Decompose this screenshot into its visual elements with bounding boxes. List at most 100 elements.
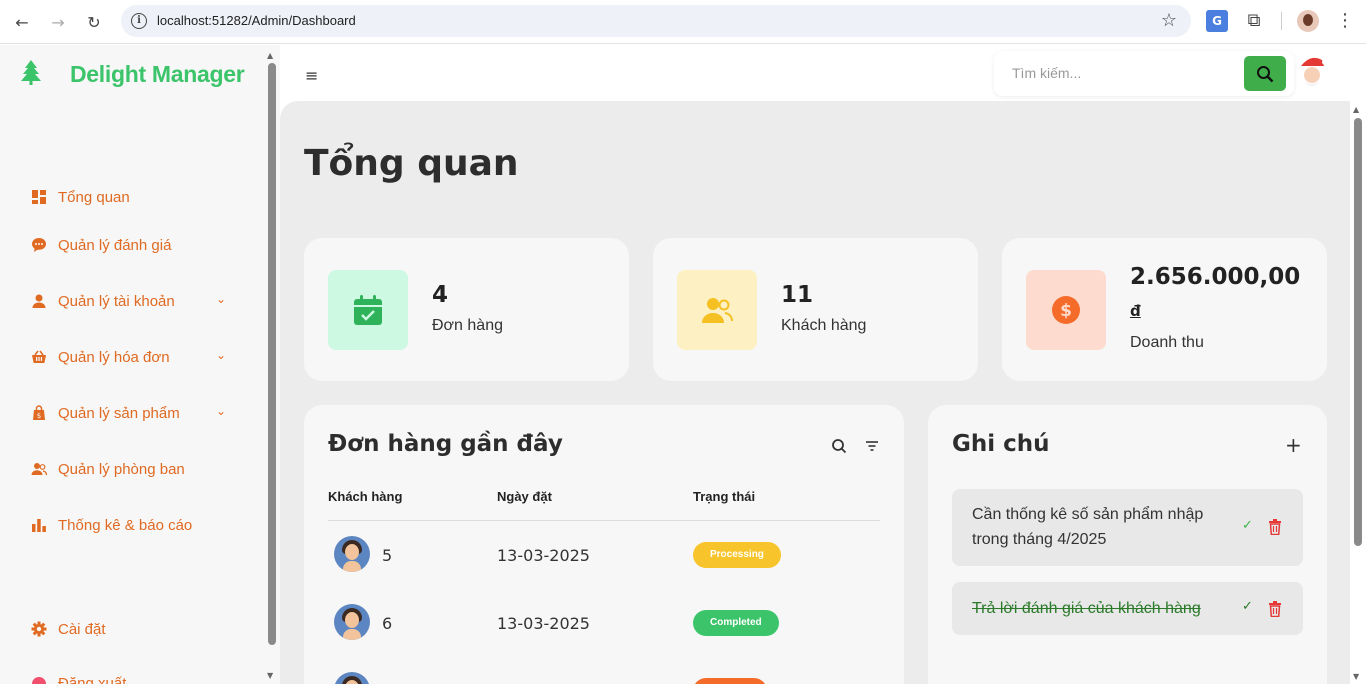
table-row[interactable]: 5 13-03-2025 Processing	[328, 522, 880, 590]
reload-icon[interactable]: ↻	[83, 11, 105, 33]
bar-chart-icon	[30, 516, 48, 534]
table-row[interactable]	[328, 658, 880, 684]
stat-card-orders: 4 Đơn hàng	[304, 238, 629, 381]
stat-value: 4	[432, 282, 449, 308]
note-item: Cần thống kê số sản phẩm nhập trong thán…	[952, 489, 1303, 566]
sidebar-item-label: Cài đặt	[58, 620, 106, 638]
svg-text:$: $	[37, 412, 41, 420]
search-button[interactable]	[1244, 56, 1286, 91]
brand-name: Delight Manager	[70, 61, 245, 87]
customer-avatar	[334, 536, 370, 572]
customer-avatar	[334, 604, 370, 640]
sidebar-item-label: Quản lý sản phẩm	[58, 404, 180, 422]
filter-icon[interactable]	[863, 437, 881, 455]
user-icon	[30, 292, 48, 310]
user-avatar[interactable]	[1295, 52, 1329, 92]
sidebar-item-invoices[interactable]: Quản lý hóa đơn ⌄	[30, 342, 240, 372]
sidebar-item-settings[interactable]: Cài đặt	[30, 614, 106, 644]
url-text[interactable]: localhost:51282/Admin/Dashboard	[157, 13, 356, 28]
sidebar-item-accounts[interactable]: Quản lý tài khoản ⌄	[30, 286, 240, 316]
stat-value: 2.656.000,00	[1130, 264, 1301, 290]
dashboard-icon	[30, 188, 48, 206]
sidebar-item-label: Quản lý tài khoản	[58, 292, 175, 310]
users-icon	[30, 460, 48, 478]
recent-orders-card: Đơn hàng gần đây Khách hàng Ngày đặt Trạ…	[304, 405, 904, 684]
status-badge	[693, 678, 767, 684]
sidebar-item-products[interactable]: $ Quản lý sản phẩm ⌄	[30, 398, 240, 428]
basket-icon	[30, 348, 48, 366]
customer-id: 6	[382, 614, 393, 633]
sidebar-item-dashboard[interactable]: Tổng quan	[30, 182, 130, 212]
chevron-down-icon[interactable]: ⌄	[216, 348, 226, 362]
search-box	[994, 51, 1294, 96]
calendar-check-icon	[328, 270, 408, 350]
address-bar[interactable]: i localhost:51282/Admin/Dashboard ☆	[121, 5, 1191, 37]
sidebar-item-label: Quản lý phòng ban	[58, 460, 185, 478]
sidebar-item-label: Tổng quan	[58, 188, 130, 206]
gear-icon	[30, 620, 48, 638]
currency-symbol: đ	[1130, 302, 1141, 320]
chevron-down-icon[interactable]: ⌄	[216, 292, 226, 306]
trash-icon[interactable]	[1268, 519, 1282, 535]
sidebar: Delight Manager Tổng quan Quản lý đánh g…	[0, 45, 280, 684]
header-divider	[328, 520, 880, 521]
column-header-customer[interactable]: Khách hàng	[328, 489, 402, 504]
hamburger-menu-icon[interactable]: ≡	[305, 66, 318, 85]
scroll-down-arrow-icon[interactable]: ▼	[267, 671, 273, 680]
sidebar-item-logout[interactable]: Đăng xuất	[30, 672, 126, 684]
add-note-icon[interactable]: +	[1285, 433, 1302, 457]
note-text: Trả lời đánh giá của khách hàng	[972, 600, 1201, 617]
scroll-up-arrow-icon[interactable]: ▲	[267, 51, 273, 60]
translate-extension-icon[interactable]: G	[1206, 10, 1228, 32]
order-date: 13-03-2025	[497, 546, 590, 565]
back-arrow-icon[interactable]: ←	[11, 11, 33, 33]
dollar-coin-icon: $	[1026, 270, 1106, 350]
stat-card-revenue: $ 2.656.000,00 đ Doanh thu	[1002, 238, 1327, 381]
browser-menu-icon[interactable]: ⋮	[1334, 10, 1356, 32]
status-badge: Completed	[693, 610, 779, 636]
stat-card-customers: 11 Khách hàng	[653, 238, 978, 381]
logout-icon	[30, 675, 48, 684]
profile-avatar-icon[interactable]	[1297, 10, 1319, 32]
card-title: Ghi chú	[952, 431, 1050, 457]
table-row[interactable]: 6 13-03-2025 Completed	[328, 590, 880, 658]
svg-text:$: $	[1060, 301, 1072, 321]
note-text: Cần thống kê số sản phẩm nhập trong thán…	[972, 506, 1204, 548]
main-content: Tổng quan 4 Đơn hàng 11 Khách hàng $ 2.6…	[280, 101, 1350, 684]
column-header-date[interactable]: Ngày đặt	[497, 489, 552, 504]
check-icon[interactable]: ✓	[1242, 599, 1253, 614]
sidebar-scrollbar[interactable]	[268, 63, 276, 645]
customer-avatar	[334, 672, 370, 684]
scroll-up-arrow-icon[interactable]: ▲	[1353, 105, 1359, 114]
site-info-icon[interactable]: i	[131, 13, 147, 29]
forward-arrow-icon[interactable]: →	[47, 11, 69, 33]
sidebar-item-departments[interactable]: Quản lý phòng ban	[30, 454, 185, 484]
sidebar-item-label: Thống kê & báo cáo	[58, 516, 193, 534]
check-icon[interactable]: ✓	[1242, 518, 1253, 533]
scroll-down-arrow-icon[interactable]: ▼	[1353, 672, 1359, 681]
sidebar-item-reviews[interactable]: Quản lý đánh giá	[30, 230, 171, 260]
brand[interactable]: Delight Manager	[20, 59, 245, 87]
search-icon[interactable]	[830, 437, 848, 455]
stat-value: 11	[781, 282, 814, 308]
column-header-status[interactable]: Trạng thái	[693, 489, 755, 504]
status-badge: Processing	[693, 542, 781, 568]
tree-logo-icon	[21, 60, 41, 85]
sidebar-item-label: Đăng xuất	[58, 675, 127, 684]
browser-toolbar: ← → ↻ i localhost:51282/Admin/Dashboard …	[0, 0, 1366, 44]
customer-id: 5	[382, 546, 393, 565]
shopping-bag-icon: $	[30, 404, 48, 422]
chevron-down-icon[interactable]: ⌄	[216, 404, 226, 418]
bookmark-star-icon[interactable]: ☆	[1161, 10, 1177, 31]
search-input[interactable]	[1002, 59, 1232, 87]
card-title: Đơn hàng gần đây	[328, 431, 563, 457]
main-scrollbar[interactable]	[1354, 118, 1362, 546]
sidebar-item-label: Quản lý đánh giá	[58, 236, 172, 254]
extensions-puzzle-icon[interactable]: ⧉	[1243, 10, 1265, 32]
note-item: Trả lời đánh giá của khách hàng ✓	[952, 582, 1303, 635]
toolbar-divider	[1281, 12, 1282, 30]
trash-icon[interactable]	[1268, 601, 1282, 617]
order-date: 13-03-2025	[497, 614, 590, 633]
chat-bubble-icon	[30, 236, 48, 254]
sidebar-item-reports[interactable]: Thống kê & báo cáo	[30, 510, 192, 540]
